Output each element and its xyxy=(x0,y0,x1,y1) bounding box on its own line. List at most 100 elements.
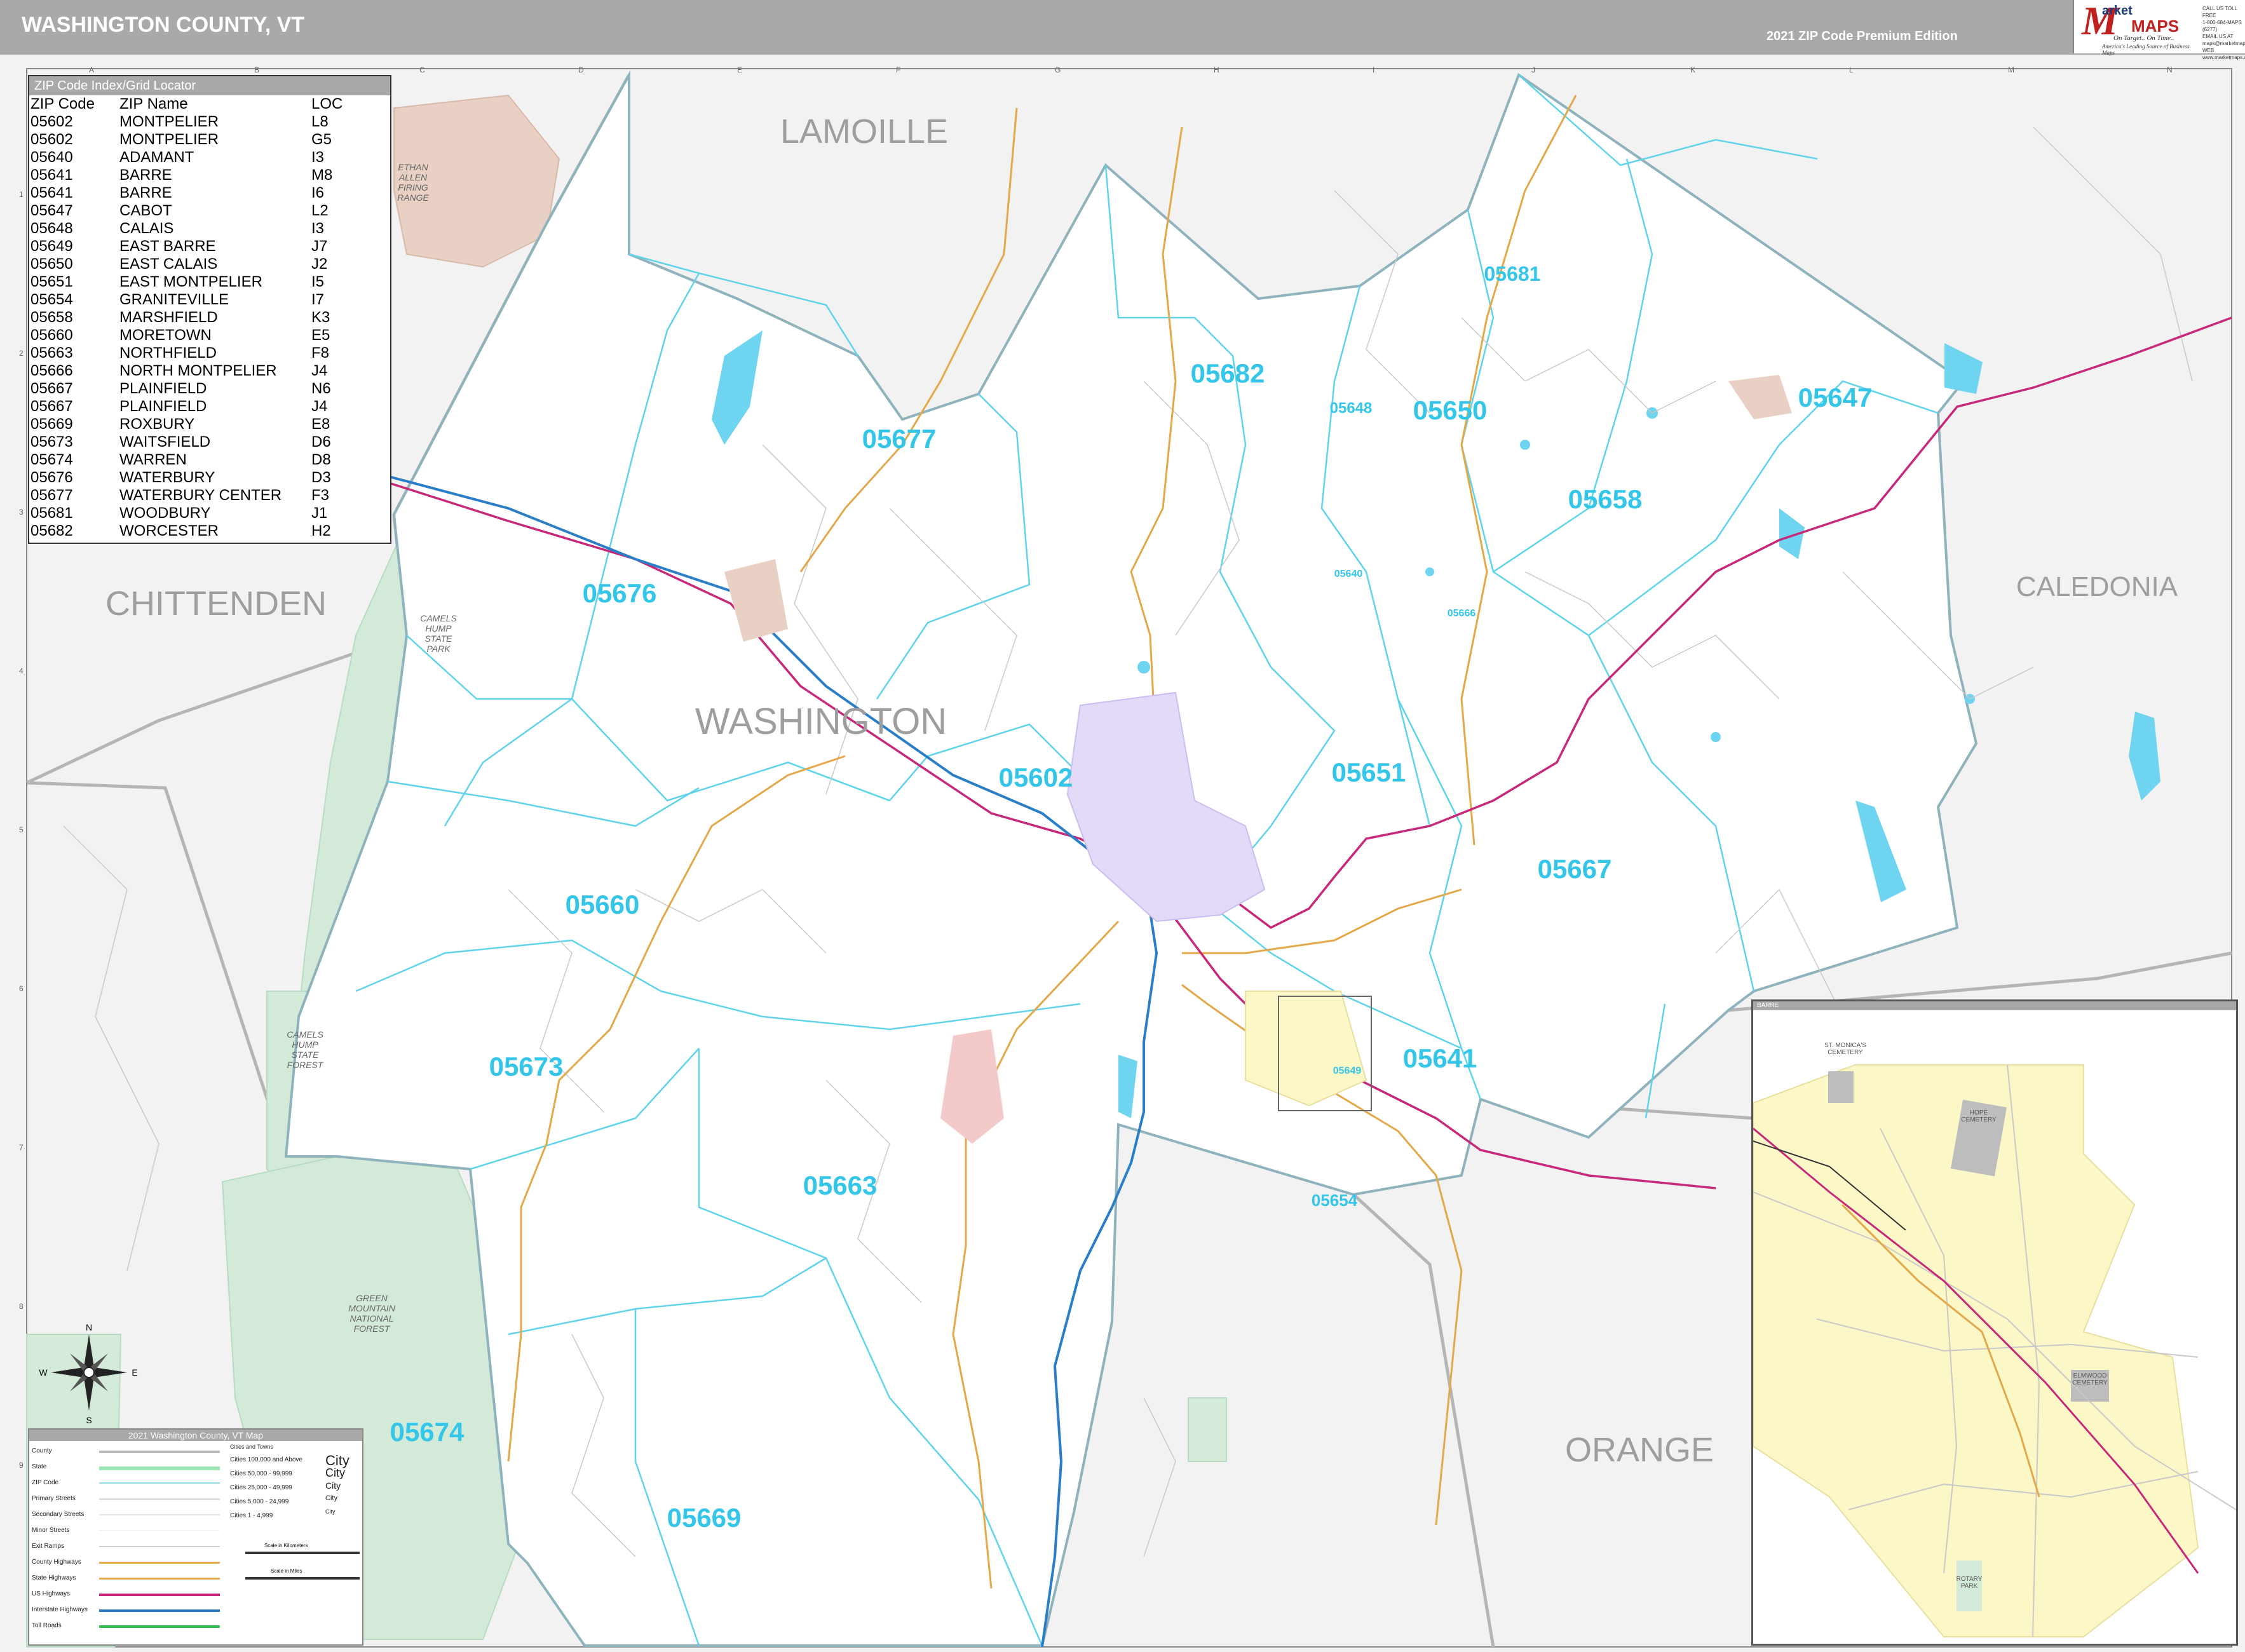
legend-line-swatch xyxy=(99,1594,220,1596)
zip-code-cell: 05681 xyxy=(31,504,73,522)
county-label-caledonia: CALEDONIA xyxy=(2016,571,2178,602)
zip-index-row: 05669 ROXBURY E8 xyxy=(31,416,346,433)
zip-loc-cell: L8 xyxy=(311,113,329,130)
zip-index-row: 05660 MORETOWN E5 xyxy=(31,327,346,344)
map-legend: 2021 Washington County, VT Map County Sta… xyxy=(28,1428,363,1646)
zip-label-05647: 05647 xyxy=(1798,383,1873,412)
camels-hump-park-label: CAMELS HUMP STATE PARK xyxy=(420,613,457,654)
zip-label-05640: 05640 xyxy=(1334,569,1363,579)
zip-header-code: ZIP Code xyxy=(31,95,95,112)
zip-name-cell: PLAINFIELD xyxy=(119,380,207,397)
zip-name-cell: MONTPELIER xyxy=(119,131,219,148)
scale-bar-mi xyxy=(245,1577,360,1580)
zip-header-name: ZIP Name xyxy=(119,95,188,112)
legend-item-label: Secondary Streets xyxy=(32,1511,85,1518)
legend-line-swatch xyxy=(99,1562,220,1564)
zip-code-cell: 05674 xyxy=(31,451,73,468)
zip-label-05641: 05641 xyxy=(1403,1043,1477,1073)
grid-col-label: K xyxy=(1690,65,1695,74)
zip-index-body: 05602 MONTPELIER L8 05602 MONTPELIER G5 05640 A… xyxy=(31,113,346,540)
zip-name-cell: PLAINFIELD xyxy=(119,398,207,415)
compass-e: E xyxy=(132,1367,137,1378)
contact-line: 1-800-684-MAPS (6277) xyxy=(2202,20,2242,32)
zip-label-05674: 05674 xyxy=(390,1417,465,1447)
inset-label-hope: HOPE CEMETERY xyxy=(1961,1109,1997,1123)
logo-subtagline: America's Leading Source of Business Map… xyxy=(2102,43,2190,56)
zip-loc-cell: J2 xyxy=(311,255,328,273)
legend-city-label: Cities 50,000 - 99,999 xyxy=(230,1470,292,1477)
zip-index-row: 05658 MARSHFIELD K3 xyxy=(31,309,346,327)
zip-loc-cell: J4 xyxy=(311,398,328,415)
legend-item-label: ZIP Code xyxy=(32,1479,59,1486)
map-header: WASHINGTON COUNTY, VT 2021 ZIP Code Prem… xyxy=(0,0,2245,60)
zip-name-cell: WAITSFIELD xyxy=(119,433,211,450)
zip-label-05663: 05663 xyxy=(803,1170,878,1200)
zip-name-cell: NORTHFIELD xyxy=(119,344,217,362)
zip-name-cell: WORCESTER xyxy=(119,522,219,539)
county-label-washington: WASHINGTON xyxy=(695,701,947,742)
zip-label-05649: 05649 xyxy=(1333,1066,1362,1076)
zip-code-cell: 05602 xyxy=(31,113,73,130)
legend-city-label: Cities 100,000 and Above xyxy=(230,1456,302,1463)
zip-loc-cell: N6 xyxy=(311,380,331,397)
zip-name-cell: WATERBURY CENTER xyxy=(119,487,282,504)
zip-loc-cell: M8 xyxy=(311,166,333,184)
zip-header-loc: LOC xyxy=(311,95,343,112)
zip-name-cell: CABOT xyxy=(119,202,172,219)
zip-index-row: 05641 BARRE I6 xyxy=(31,184,346,202)
zip-code-cell: 05666 xyxy=(31,362,73,379)
zip-loc-cell: J4 xyxy=(311,362,328,379)
zip-index-row: 05673 WAITSFIELD D6 xyxy=(31,433,346,451)
legend-item-label: Minor Streets xyxy=(32,1527,70,1534)
zip-index-row: 05648 CALAIS I3 xyxy=(31,220,346,238)
zip-label-05676: 05676 xyxy=(583,578,657,608)
zip-code-cell: 05658 xyxy=(31,309,73,326)
zip-index-row: 05681 WOODBURY J1 xyxy=(31,504,346,522)
logo-tagline: On Target.. On Time.. xyxy=(2113,34,2174,42)
grid-row-label: 3 xyxy=(19,508,24,517)
zip-label-05666: 05666 xyxy=(1448,608,1476,619)
zip-index-row: 05667 PLAINFIELD J4 xyxy=(31,398,346,416)
zip-code-cell: 05663 xyxy=(31,344,73,362)
zip-index-row: 05677 WATERBURY CENTER F3 xyxy=(31,487,346,504)
grid-col-label: D xyxy=(578,65,584,74)
zip-name-cell: BARRE xyxy=(119,166,172,184)
zip-loc-cell: E8 xyxy=(311,416,330,433)
legend-item-label: County xyxy=(32,1447,52,1454)
grid-row-label: 4 xyxy=(19,667,24,675)
county-label-chittenden: CHITTENDEN xyxy=(105,585,327,623)
barre-inset-map[interactable]: BARRE ST. MONICA'S CEMETERY HOPE CEMETER… xyxy=(1751,999,2238,1646)
grid-col-label: N xyxy=(2167,65,2173,74)
zip-loc-cell: D8 xyxy=(311,451,331,468)
zip-loc-cell: J7 xyxy=(311,238,328,255)
zip-label-05651: 05651 xyxy=(1332,757,1406,787)
grid-row-label: 6 xyxy=(19,984,24,993)
zip-code-cell: 05641 xyxy=(31,184,73,201)
zip-index-row: 05602 MONTPELIER L8 xyxy=(31,113,346,131)
zip-label-05654: 05654 xyxy=(1312,1191,1358,1210)
zip-loc-cell: I3 xyxy=(311,149,325,166)
zip-loc-cell: G5 xyxy=(311,131,332,148)
zip-index-row: 05649 EAST BARRE J7 xyxy=(31,238,346,255)
zip-code-cell: 05669 xyxy=(31,416,73,433)
legend-item-label: County Highways xyxy=(32,1559,81,1566)
zip-label-05658: 05658 xyxy=(1568,484,1643,514)
zip-label-05677: 05677 xyxy=(862,424,937,454)
zip-name-cell: ROXBURY xyxy=(119,416,195,433)
grid-col-label: A xyxy=(89,65,94,74)
zip-code-cell: 05640 xyxy=(31,149,73,166)
grid-col-label: I xyxy=(1373,65,1374,74)
logo-name: arket xyxy=(2102,4,2133,18)
logo-maps: MAPS xyxy=(2131,17,2180,36)
grid-col-label: E xyxy=(737,65,742,74)
zip-loc-cell: F8 xyxy=(311,344,330,362)
contact-line: EMAIL US AT xyxy=(2202,34,2234,39)
legend-line-swatch xyxy=(99,1466,220,1470)
county-label-orange: ORANGE xyxy=(1565,1431,1714,1469)
compass-w: W xyxy=(39,1367,48,1378)
legend-line-swatch xyxy=(99,1451,220,1453)
zip-label-05602: 05602 xyxy=(999,762,1073,792)
grid-col-label: G xyxy=(1055,65,1061,74)
scale-km-label: Scale in Kilometers xyxy=(264,1543,308,1548)
zip-code-cell: 05648 xyxy=(31,220,73,237)
